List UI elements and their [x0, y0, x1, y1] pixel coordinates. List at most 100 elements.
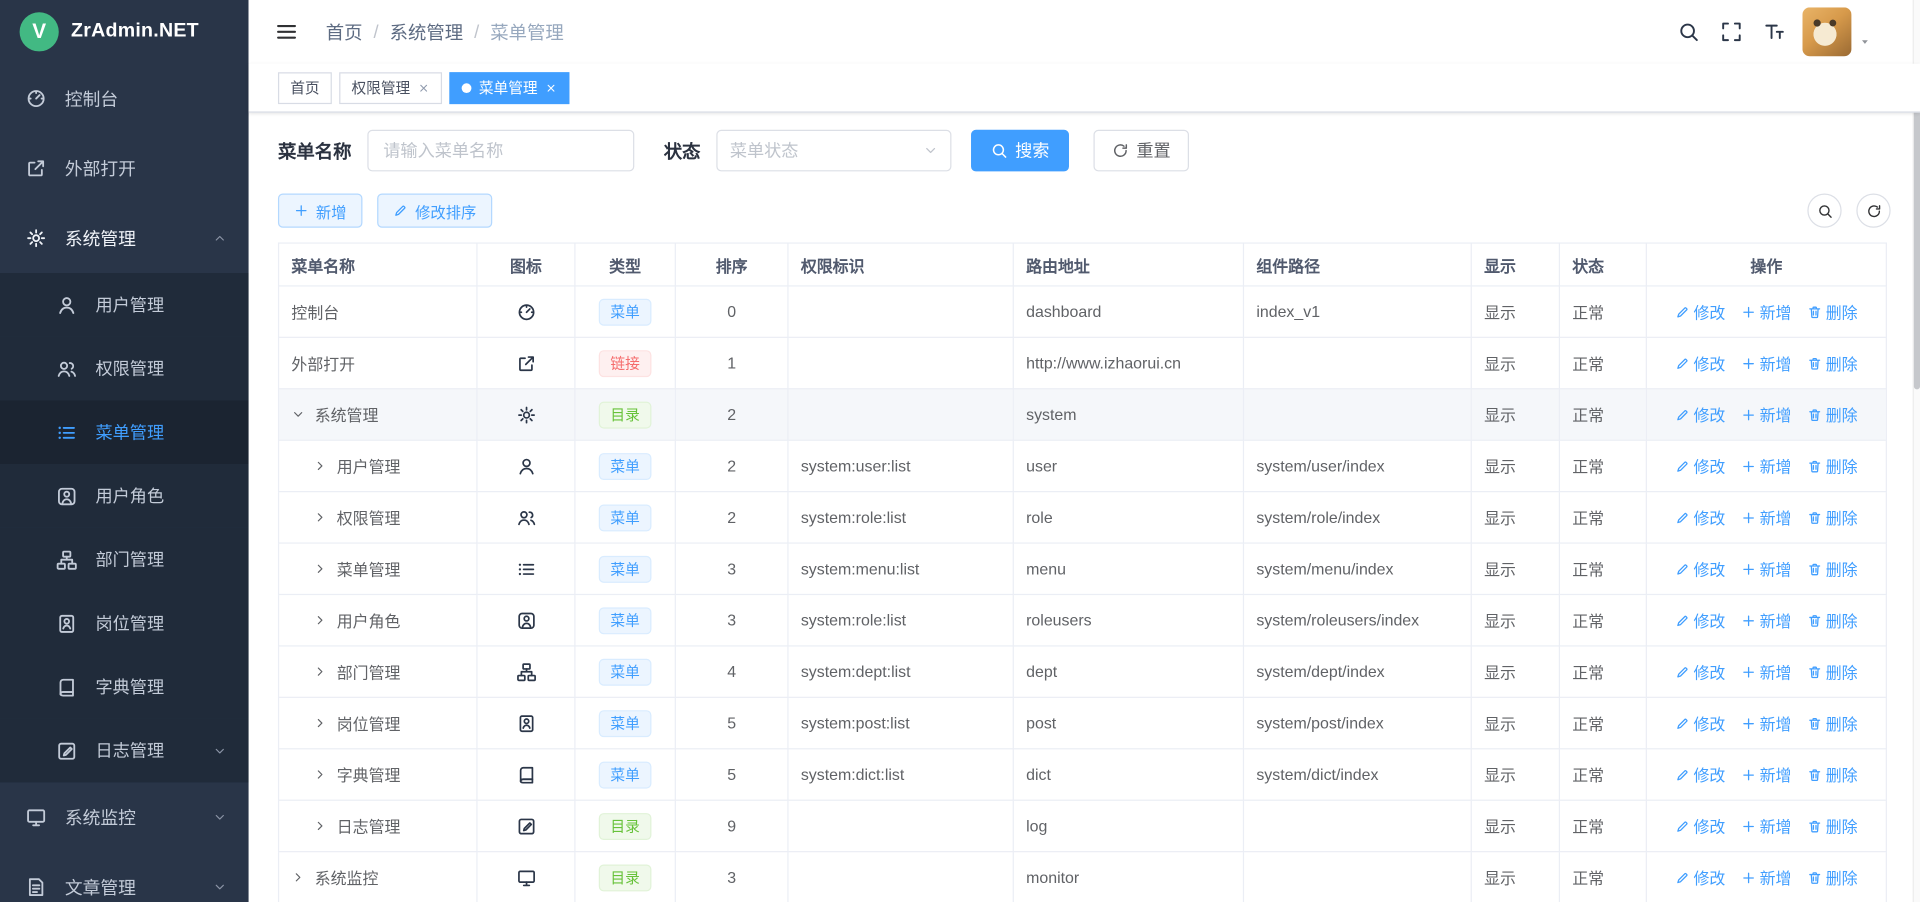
delete-action[interactable]: 删除: [1807, 454, 1857, 477]
sidebar-item-dept-manage[interactable]: 部门管理: [0, 528, 249, 592]
add-action[interactable]: 新增: [1741, 866, 1791, 889]
table-row[interactable]: 日志管理目录9log显示正常修改新增删除: [279, 800, 1887, 851]
add-action[interactable]: 新增: [1741, 506, 1791, 529]
table-row[interactable]: 部门管理菜单4system:dept:listdeptsystem/dept/i…: [279, 646, 1887, 697]
sidebar-item-system-monitor[interactable]: 系统监控: [0, 782, 249, 852]
edit-action[interactable]: 修改: [1675, 454, 1725, 477]
sidebar-item-user-role[interactable]: 用户角色: [0, 464, 249, 528]
add-action[interactable]: 新增: [1741, 403, 1791, 426]
add-action[interactable]: 新增: [1741, 763, 1791, 786]
sidebar-item-dict-manage[interactable]: 字典管理: [0, 655, 249, 719]
tab-role-manage[interactable]: 权限管理: [339, 72, 442, 104]
table-search-button[interactable]: [1807, 193, 1841, 227]
edit-action[interactable]: 修改: [1675, 609, 1725, 632]
table-row[interactable]: 菜单管理菜单3system:menu:listmenusystem/menu/i…: [279, 543, 1887, 594]
delete-action[interactable]: 删除: [1807, 866, 1857, 889]
search-button[interactable]: 搜索: [971, 130, 1069, 172]
action-label: 删除: [1826, 454, 1858, 477]
edit-action[interactable]: 修改: [1675, 711, 1725, 734]
add-action[interactable]: 新增: [1741, 660, 1791, 683]
tab-home[interactable]: 首页: [278, 72, 332, 104]
sidebar-item-role-manage[interactable]: 权限管理: [0, 337, 249, 401]
sidebar-toggle-icon[interactable]: [274, 20, 298, 44]
edit-action[interactable]: 修改: [1675, 763, 1725, 786]
expand-row-icon[interactable]: [313, 613, 326, 626]
avatar[interactable]: [1802, 7, 1851, 56]
table-row[interactable]: 用户角色菜单3system:role:listroleuserssystem/r…: [279, 594, 1887, 645]
sidebar-item-external-open[interactable]: 外部打开: [0, 133, 249, 203]
add-action[interactable]: 新增: [1741, 300, 1791, 323]
expand-row-icon[interactable]: [291, 871, 304, 884]
table-refresh-button[interactable]: [1856, 193, 1890, 227]
delete-action[interactable]: 删除: [1807, 557, 1857, 580]
route-path-cell: log: [1013, 800, 1243, 851]
sidebar-item-log-manage[interactable]: 日志管理: [0, 719, 249, 783]
edit-action[interactable]: 修改: [1675, 557, 1725, 580]
sidebar-item-post-manage[interactable]: 岗位管理: [0, 591, 249, 655]
add-action[interactable]: 新增: [1741, 557, 1791, 580]
fullscreen-icon[interactable]: [1720, 21, 1742, 43]
expand-row-icon[interactable]: [313, 511, 326, 524]
expand-row-icon[interactable]: [313, 768, 326, 781]
font-size-icon[interactable]: [1763, 21, 1785, 43]
delete-action[interactable]: 删除: [1807, 403, 1857, 426]
menu-order-cell: 2: [675, 389, 788, 440]
scrollbar-thumb[interactable]: [1914, 71, 1920, 389]
search-icon[interactable]: [1678, 21, 1700, 43]
sidebar-item-article-manage[interactable]: 文章管理: [0, 852, 249, 902]
app-logo[interactable]: V ZrAdmin.NET: [0, 0, 249, 64]
avatar-caret-icon[interactable]: [1859, 36, 1871, 48]
menu-name-input[interactable]: [367, 130, 634, 172]
add-action[interactable]: 新增: [1741, 351, 1791, 374]
status-select[interactable]: 菜单状态: [716, 130, 951, 172]
status-select-placeholder: 菜单状态: [730, 138, 799, 162]
expand-row-icon[interactable]: [313, 819, 326, 832]
breadcrumb-item[interactable]: 系统管理: [390, 19, 463, 45]
sidebar-item-user-manage[interactable]: 用户管理: [0, 273, 249, 337]
delete-action[interactable]: 删除: [1807, 506, 1857, 529]
edit-action[interactable]: 修改: [1675, 660, 1725, 683]
delete-action[interactable]: 删除: [1807, 609, 1857, 632]
table-row[interactable]: 岗位管理菜单5system:post:listpostsystem/post/i…: [279, 697, 1887, 748]
reset-button[interactable]: 重置: [1094, 130, 1190, 172]
expand-row-icon[interactable]: [313, 716, 326, 729]
delete-action[interactable]: 删除: [1807, 814, 1857, 837]
sidebar-item-menu-manage[interactable]: 菜单管理: [0, 400, 249, 464]
close-icon[interactable]: [545, 81, 557, 93]
table-row[interactable]: 系统监控目录3monitor显示正常修改新增删除: [279, 852, 1887, 902]
delete-action[interactable]: 删除: [1807, 763, 1857, 786]
expand-row-icon[interactable]: [313, 459, 326, 472]
expand-row-icon[interactable]: [313, 665, 326, 678]
expand-row-icon[interactable]: [313, 562, 326, 575]
delete-action[interactable]: 删除: [1807, 351, 1857, 374]
table-row[interactable]: 用户管理菜单2system:user:listusersystem/user/i…: [279, 440, 1887, 491]
edit-action[interactable]: 修改: [1675, 506, 1725, 529]
table-row[interactable]: 外部打开链接1http://www.izhaorui.cn显示正常修改新增删除: [279, 337, 1887, 388]
collapse-row-icon[interactable]: [291, 408, 304, 421]
edit-action[interactable]: 修改: [1675, 814, 1725, 837]
edit-action[interactable]: 修改: [1675, 403, 1725, 426]
scrollbar[interactable]: [1913, 0, 1920, 902]
add-action[interactable]: 新增: [1741, 814, 1791, 837]
table-row[interactable]: 权限管理菜单2system:role:listrolesystem/role/i…: [279, 492, 1887, 543]
delete-action[interactable]: 删除: [1807, 300, 1857, 323]
delete-action[interactable]: 删除: [1807, 660, 1857, 683]
delete-action[interactable]: 删除: [1807, 711, 1857, 734]
add-action[interactable]: 新增: [1741, 711, 1791, 734]
add-action[interactable]: 新增: [1741, 609, 1791, 632]
edit-action[interactable]: 修改: [1675, 866, 1725, 889]
table-row[interactable]: 控制台菜单0dashboardindex_v1显示正常修改新增删除: [279, 286, 1887, 337]
edit-action[interactable]: 修改: [1675, 351, 1725, 374]
add-button[interactable]: 新增: [278, 193, 363, 227]
table-row[interactable]: 系统管理目录2system显示正常修改新增删除: [279, 389, 1887, 440]
sidebar-item-console[interactable]: 控制台: [0, 64, 249, 134]
sort-button[interactable]: 修改排序: [377, 193, 492, 227]
actions-cell: 修改新增 删除: [1646, 440, 1886, 491]
sidebar-item-system-manage[interactable]: 系统管理: [0, 203, 249, 273]
tab-menu-manage[interactable]: 菜单管理: [449, 72, 569, 104]
close-icon[interactable]: [418, 81, 430, 93]
add-action[interactable]: 新增: [1741, 454, 1791, 477]
table-row[interactable]: 字典管理菜单5system:dict:listdictsystem/dict/i…: [279, 749, 1887, 800]
breadcrumb-item[interactable]: 首页: [326, 19, 363, 45]
edit-action[interactable]: 修改: [1675, 300, 1725, 323]
